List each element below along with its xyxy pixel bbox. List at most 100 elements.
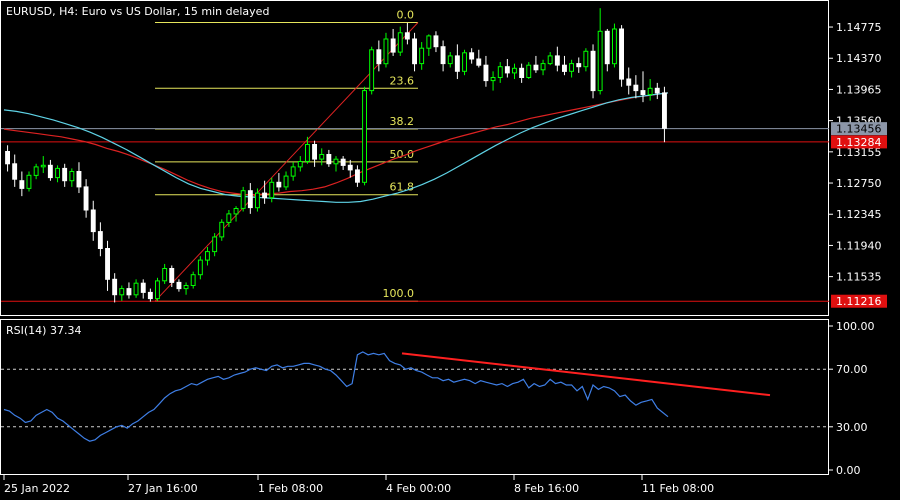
candle-body bbox=[326, 154, 332, 165]
candle-body bbox=[533, 64, 539, 71]
candle-body bbox=[362, 90, 368, 183]
candle-body bbox=[512, 67, 517, 74]
candle-body bbox=[462, 52, 468, 72]
candle-body bbox=[297, 161, 303, 168]
candle-body bbox=[47, 164, 53, 179]
candle-body bbox=[640, 90, 646, 95]
candle-body bbox=[290, 166, 296, 177]
candle-body bbox=[197, 259, 203, 276]
time-tick-label: 11 Feb 08:00 bbox=[642, 482, 714, 495]
candle-body bbox=[19, 180, 25, 189]
candle-body bbox=[269, 181, 275, 199]
candle-body bbox=[369, 49, 375, 92]
candle-body bbox=[76, 171, 82, 188]
price-badge-label: 1.13456 bbox=[836, 123, 882, 136]
candle-body bbox=[147, 291, 153, 300]
candle-body bbox=[347, 164, 353, 171]
candle-body bbox=[226, 213, 232, 223]
candle-body bbox=[633, 84, 639, 92]
candle-body bbox=[283, 175, 289, 188]
rsi-label: RSI(14) 37.34 bbox=[6, 324, 81, 337]
candle-body bbox=[90, 209, 96, 233]
candle-body bbox=[112, 278, 118, 296]
candle-body bbox=[55, 167, 60, 179]
candle-body bbox=[390, 38, 396, 53]
price-badge-label: 1.11216 bbox=[836, 295, 882, 308]
time-tick-label: 1 Feb 08:00 bbox=[258, 482, 323, 495]
candle-body bbox=[654, 87, 660, 94]
candle-body bbox=[119, 288, 125, 296]
candle-body bbox=[383, 38, 389, 65]
candle-body bbox=[490, 77, 496, 82]
rsi-tick-label: 70.00 bbox=[836, 363, 868, 376]
candle-body bbox=[619, 28, 624, 80]
candle-body bbox=[526, 64, 532, 78]
candle-body bbox=[355, 169, 360, 183]
candle-body bbox=[569, 63, 574, 72]
candle-body bbox=[604, 30, 610, 65]
price-tick-label: 1.12345 bbox=[836, 208, 882, 221]
fib-level-label: 23.6 bbox=[390, 74, 415, 87]
candle-body bbox=[140, 282, 146, 293]
candle-body bbox=[583, 50, 589, 68]
candle-body bbox=[497, 66, 503, 78]
chart-background bbox=[0, 0, 900, 500]
candle-body bbox=[662, 92, 667, 129]
time-tick-label: 27 Jan 16:00 bbox=[128, 482, 198, 495]
candle-body bbox=[240, 190, 246, 209]
candle-body bbox=[33, 166, 39, 176]
candle-body bbox=[333, 158, 339, 165]
candle-body bbox=[547, 55, 553, 65]
candle-body bbox=[626, 78, 632, 86]
candle-body bbox=[247, 190, 253, 209]
price-axis: 1.147751.143701.139651.135601.131551.127… bbox=[829, 21, 882, 284]
candle-body bbox=[433, 35, 439, 48]
candle-body bbox=[397, 32, 403, 53]
candle-body bbox=[183, 285, 189, 290]
price-tick-label: 1.13965 bbox=[836, 83, 882, 96]
candle-body bbox=[647, 87, 653, 96]
candle-body bbox=[97, 231, 103, 250]
candle-body bbox=[612, 28, 617, 65]
candle-body bbox=[212, 236, 218, 253]
chart-canvas: 0.023.638.250.061.8100.0 1.147751.143701… bbox=[0, 0, 900, 500]
candle-body bbox=[376, 49, 382, 65]
candle-body bbox=[440, 46, 446, 65]
candle-body bbox=[40, 164, 46, 168]
candle-body bbox=[319, 154, 325, 160]
candle-body bbox=[69, 171, 75, 182]
candle-body bbox=[105, 248, 110, 280]
candle-body bbox=[262, 192, 268, 199]
candle-body bbox=[62, 167, 68, 182]
price-tick-label: 1.11535 bbox=[836, 271, 882, 284]
candle-body bbox=[169, 268, 175, 283]
candle-body bbox=[590, 50, 596, 92]
candle-body bbox=[340, 158, 346, 166]
candle-body bbox=[205, 251, 210, 261]
rsi-tick-label: 0.00 bbox=[836, 464, 861, 477]
candle-body bbox=[454, 55, 460, 72]
candle-body bbox=[597, 30, 603, 92]
candle-body bbox=[540, 63, 546, 71]
price-tick-label: 1.12750 bbox=[836, 177, 882, 190]
candle-body bbox=[412, 38, 418, 65]
candle-body bbox=[12, 163, 18, 180]
candle-body bbox=[26, 174, 32, 189]
candle-body bbox=[155, 280, 160, 300]
candle-body bbox=[190, 274, 196, 287]
candle-body bbox=[276, 181, 282, 188]
time-tick-label: 4 Feb 00:00 bbox=[386, 482, 451, 495]
candle-body bbox=[312, 144, 318, 160]
candle-body bbox=[162, 268, 168, 282]
candle-body bbox=[5, 151, 10, 165]
price-tick-label: 1.14775 bbox=[836, 21, 882, 34]
candle-body bbox=[483, 64, 489, 82]
price-tick-label: 1.11940 bbox=[836, 239, 882, 252]
candle-body bbox=[255, 192, 260, 209]
candle-body bbox=[176, 281, 182, 290]
candle-body bbox=[419, 47, 425, 65]
candle-body bbox=[562, 64, 567, 72]
candle-body bbox=[233, 208, 239, 215]
candle-body bbox=[133, 282, 139, 296]
candle-body bbox=[476, 58, 482, 66]
